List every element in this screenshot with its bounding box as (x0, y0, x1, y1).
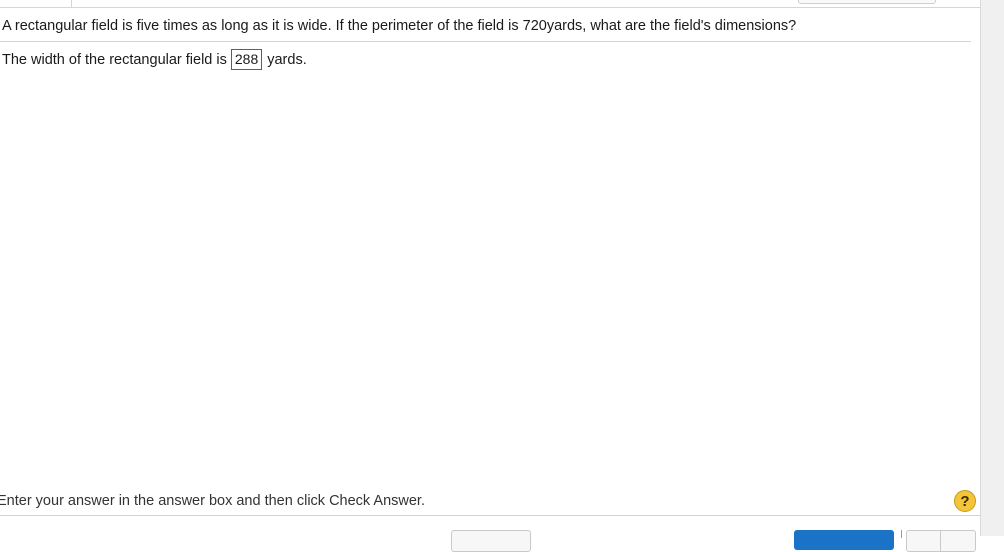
answer-input-box[interactable]: 288 (230, 49, 263, 70)
top-header-strip (0, 0, 980, 8)
question-text: A rectangular field is five times as lon… (2, 18, 797, 34)
question-divider (0, 41, 971, 42)
answer-suffix: yards. (267, 51, 307, 68)
answer-line: The width of the rectangular field is 28… (2, 49, 307, 70)
help-icon[interactable]: ? (954, 490, 976, 512)
check-answer-button[interactable] (794, 530, 894, 550)
toolbar-middle-button[interactable] (451, 530, 531, 552)
answer-prefix: The width of the rectangular field is (2, 51, 227, 68)
next-question-button[interactable] (940, 530, 976, 552)
toolbar-separator (901, 530, 902, 538)
instruction-text: Enter your answer in the answer box and … (0, 493, 425, 509)
previous-question-button[interactable] (906, 530, 942, 552)
right-scroll-gutter[interactable] (980, 0, 1004, 536)
tab-divider (71, 0, 72, 7)
top-right-control[interactable] (798, 0, 936, 4)
help-label: ? (960, 492, 970, 510)
bottom-toolbar (0, 516, 980, 552)
